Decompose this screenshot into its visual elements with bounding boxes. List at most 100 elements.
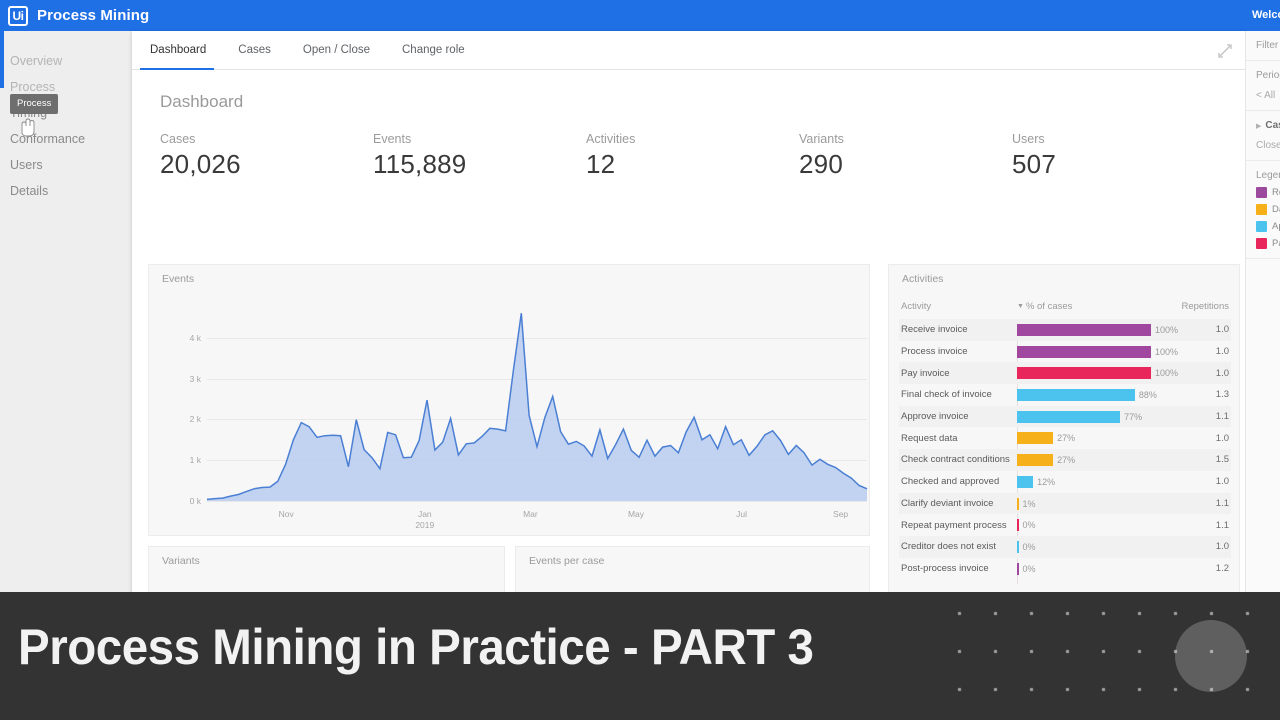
cases-value[interactable]: Closed [1256, 140, 1280, 151]
activity-pct-label: 77% [1124, 411, 1143, 422]
legend-item[interactable]: Approve [1256, 221, 1280, 232]
sidebar-item-users[interactable]: Users [8, 152, 132, 178]
app-title: Process Mining [37, 7, 150, 24]
tab-open-close[interactable]: Open / Close [287, 31, 386, 69]
activity-name: Pay invoice [901, 367, 950, 379]
activity-row[interactable]: Checked and approved 12% 1.0 [899, 471, 1231, 493]
activity-pct-bar [1017, 324, 1151, 336]
activity-row[interactable]: Approve invoice 77% 1.1 [899, 405, 1231, 428]
activities-panel-title: Activities [902, 273, 944, 285]
kpi-value: 507 [1012, 149, 1056, 179]
cases-title: Cases [1265, 120, 1280, 131]
legend-list: Receive Data Approve Pay [1256, 187, 1280, 249]
activity-pct-bar [1017, 367, 1151, 380]
welcome-label: Welcome [1252, 9, 1280, 21]
legend-label: Approve [1272, 221, 1280, 232]
column-header-activity[interactable]: Activity [901, 301, 931, 312]
activity-row[interactable]: Request data 27% 1.0 [899, 427, 1231, 449]
activity-pct-label: 100% [1155, 346, 1179, 357]
activity-row[interactable]: Post-process invoice 0% 1.2 [899, 558, 1231, 580]
activity-bar-cell: 1% [1017, 493, 1183, 515]
activity-repetitions: 1.0 [1215, 541, 1229, 553]
kpi-value: 12 [586, 149, 616, 179]
tab-change-role[interactable]: Change role [386, 31, 481, 69]
sidebar-item-label: Overview [10, 54, 63, 68]
sidebar-item-label: Process [10, 80, 56, 94]
column-header-repetitions[interactable]: Repetitions [1181, 301, 1229, 312]
activity-row[interactable]: Clarify deviant invoice 1% 1.1 [899, 492, 1231, 515]
activity-pct-bar [1017, 519, 1019, 532]
screenshot-root: Ui Process Mining Welcome Overview Proces… [0, 0, 1280, 720]
filter-group-period: Period < All [1246, 61, 1280, 111]
kpi-variants: Variants 290 [799, 132, 1012, 180]
activity-row[interactable]: Check contract conditions 27% 1.5 [899, 449, 1231, 471]
legend-item[interactable]: Pay [1256, 238, 1280, 249]
tab-label: Dashboard [150, 44, 207, 56]
activity-pct-bar [1017, 345, 1151, 358]
banner-title-text: Process Mining in Practice - PART 3 [18, 619, 814, 675]
activity-pct-label: 100% [1155, 325, 1179, 335]
kpi-value: 290 [799, 149, 843, 179]
activity-pct-label: 0% [1022, 541, 1036, 552]
period-value[interactable]: < All [1256, 90, 1280, 101]
activity-row[interactable]: Repeat payment process 0% 1.1 [899, 514, 1231, 536]
activities-table-body: Receive invoice 100% 1.0 Process invoice 100… [899, 319, 1231, 579]
activity-bar-cell: 27% [1017, 449, 1183, 471]
legend-label: Receive [1272, 187, 1280, 198]
activity-row[interactable]: Final check of invoice 88% 1.3 [899, 384, 1231, 406]
tab-label: Change role [402, 44, 465, 56]
activity-pct-bar [1017, 475, 1034, 488]
sidebar-item-details[interactable]: Details [8, 178, 132, 204]
activity-row[interactable]: Creditor does not exist 0% 1.0 [899, 535, 1231, 558]
activity-pct-bar [1017, 389, 1135, 402]
activity-bar-cell: 100% [1017, 362, 1183, 384]
activity-pct-label: 27% [1057, 433, 1076, 444]
activity-row[interactable]: Process invoice 100% 1.0 [899, 341, 1231, 363]
activity-name: Process invoice [901, 346, 968, 358]
kpi-label: Users [1012, 132, 1045, 146]
cases-group-toggle[interactable]: ▶ Cases [1256, 120, 1280, 131]
activity-name: Request data [901, 432, 958, 444]
activity-pct-bar [1017, 497, 1019, 510]
app-content-card: Dashboard Cases Open / Close Change role Da… [132, 31, 1245, 646]
activities-panel: Activities Activity ▼% of cases Repetiti… [888, 264, 1240, 622]
legend-item[interactable]: Receive [1256, 187, 1280, 198]
banner-decorative-circle [1175, 620, 1247, 692]
filter-group-cases: ▶ Cases Closed [1246, 111, 1280, 161]
sidebar-item-label: Details [10, 184, 49, 198]
activity-row[interactable]: Receive invoice 100% 1.0 [899, 319, 1231, 341]
activity-pct-label: 12% [1037, 476, 1056, 487]
activity-pct-label: 27% [1057, 455, 1076, 466]
activity-name: Approve invoice [901, 411, 969, 423]
activity-pct-label: 0% [1022, 520, 1036, 531]
filter-group-legend: Legend Receive Data Approve Pay [1246, 161, 1280, 259]
activity-row[interactable]: Pay invoice 100% 1.0 [899, 362, 1231, 385]
chart-area-fill [207, 313, 867, 501]
tab-label: Cases [238, 44, 271, 56]
tab-cases[interactable]: Cases [222, 31, 287, 69]
legend-label: Data [1272, 204, 1280, 215]
activity-pct-label: 0% [1022, 563, 1036, 574]
sidebar-item-overview[interactable]: Overview [8, 48, 132, 74]
activity-bar-cell: 27% [1017, 427, 1183, 449]
activity-name: Post-process invoice [901, 562, 989, 574]
activity-name: Final check of invoice [901, 389, 992, 401]
activity-bar-cell: 0% [1017, 514, 1183, 536]
legend-color-swatch [1256, 187, 1267, 198]
activity-name: Repeat payment process [901, 519, 1007, 531]
activity-bar-cell: 88% [1017, 384, 1183, 406]
activity-name: Checked and approved [901, 476, 1000, 488]
activity-pct-bar [1017, 410, 1121, 423]
legend-item[interactable]: Data [1256, 204, 1280, 215]
activity-pct-bar [1017, 432, 1054, 445]
activity-repetitions: 1.3 [1215, 389, 1229, 401]
activity-bar-cell: 77% [1017, 406, 1183, 428]
events-per-case-panel-title: Events per case [529, 555, 605, 567]
variants-panel-title: Variants [162, 555, 200, 567]
tab-dashboard[interactable]: Dashboard [132, 31, 222, 70]
sidebar-item-label: Users [10, 158, 43, 172]
kpi-cases: Cases 20,026 [160, 132, 373, 180]
column-header-pct-of-cases[interactable]: ▼% of cases [1017, 301, 1072, 312]
events-area-chart[interactable]: 0 k1 k2 k3 k4 k Nov Jan 2019 Mar May Jul Sep [149, 293, 871, 537]
expand-diagonal-icon[interactable] [1217, 43, 1233, 59]
